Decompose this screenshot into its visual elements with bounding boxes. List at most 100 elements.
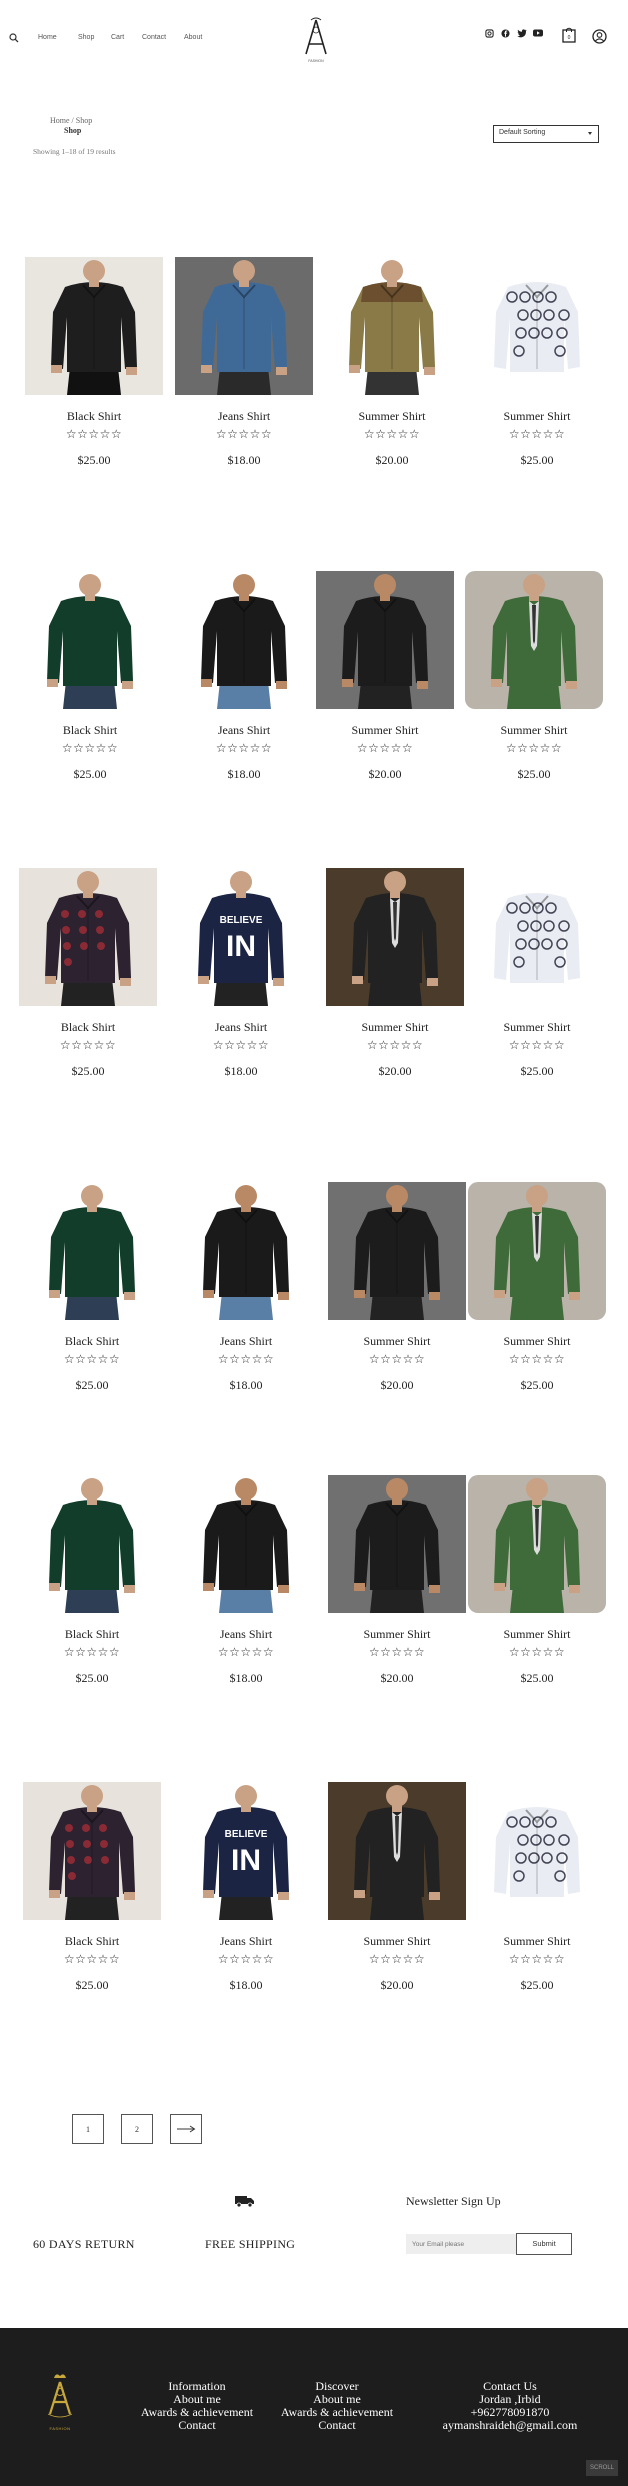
product-price: $25.00 [75,1978,109,1992]
account-icon[interactable] [592,29,607,44]
product-name[interactable]: Black Shirt [23,1334,161,1349]
rating-stars: ☆☆☆☆☆ [363,427,421,441]
product-name[interactable]: Summer Shirt [326,1020,464,1035]
newsletter-title: Newsletter Sign Up [406,2194,501,2208]
footer-email[interactable]: aymanshraideh@gmail.com [440,2419,580,2432]
page-1-button[interactable]: 1 [72,2114,104,2144]
next-page-button[interactable] [170,2114,202,2144]
product-name[interactable]: Black Shirt [19,1020,157,1035]
product-name[interactable]: Summer Shirt [328,1334,466,1349]
product-name[interactable]: Jeans Shirt [177,1934,315,1949]
rating-stars: ☆☆☆☆☆ [63,1352,121,1366]
product-price: $25.00 [71,1064,105,1078]
nav-about[interactable]: About [184,34,202,41]
instagram-icon[interactable] [485,29,494,38]
product-price: $25.00 [520,1064,554,1078]
product-name[interactable]: Black Shirt [21,723,159,738]
product-name[interactable]: Summer Shirt [468,1334,606,1349]
product-image[interactable] [328,1475,466,1613]
product-image[interactable] [328,1782,466,1920]
nav-home[interactable]: Home [38,34,57,41]
product-image[interactable] [468,868,606,1006]
product-image[interactable] [468,257,606,395]
product-image[interactable] [468,1182,606,1320]
rating-stars: ☆☆☆☆☆ [356,741,414,755]
newsletter-submit-button[interactable]: Submit [516,2233,572,2255]
youtube-icon[interactable] [533,29,543,37]
product-price: $20.00 [368,767,402,781]
twitter-icon[interactable] [517,29,527,38]
product-price: $18.00 [229,1978,263,1992]
footer-logo-text: FASHION [49,2426,71,2431]
product-image[interactable] [175,257,313,395]
product-price: $25.00 [75,1671,109,1685]
rating-stars: ☆☆☆☆☆ [508,1645,566,1659]
product-image[interactable] [25,257,163,395]
footer: FASHION Information About me Awards & ac… [0,2328,628,2486]
product-name[interactable]: Summer Shirt [328,1934,466,1949]
footer-link-contact[interactable]: Contact [130,2419,264,2432]
product-name[interactable]: Jeans Shirt [177,1627,315,1642]
product-image[interactable] [465,571,603,709]
page-2-button[interactable]: 2 [121,2114,153,2144]
nav-contact[interactable]: Contact [142,34,166,41]
product-image[interactable] [23,1475,161,1613]
product-price: $25.00 [520,1671,554,1685]
product-name[interactable]: Black Shirt [23,1934,161,1949]
product-name[interactable]: Summer Shirt [468,1627,606,1642]
product-name[interactable]: Black Shirt [23,1627,161,1642]
product-price: $25.00 [520,1378,554,1392]
product-name[interactable]: Summer Shirt [468,1020,606,1035]
cart-bag-icon[interactable]: 0 [562,27,576,43]
product-image[interactable] [328,1182,466,1320]
rating-stars: ☆☆☆☆☆ [505,741,563,755]
product-image[interactable]: BELIEVE IN [172,868,310,1006]
product-image[interactable] [177,1475,315,1613]
product-name[interactable]: Summer Shirt [468,409,606,424]
facebook-icon[interactable] [501,29,510,38]
scroll-top-button[interactable]: SCROLL [586,2460,618,2476]
product-image[interactable] [468,1782,606,1920]
product-image[interactable] [468,1475,606,1613]
product-price: $25.00 [517,767,551,781]
search-icon[interactable] [9,30,19,48]
footer-link-contact-2[interactable]: Contact [270,2419,404,2432]
product-image[interactable] [326,868,464,1006]
product-image[interactable] [323,257,461,395]
rating-stars: ☆☆☆☆☆ [217,1352,275,1366]
nav-shop[interactable]: Shop [78,34,94,41]
product-image[interactable] [175,571,313,709]
product-image[interactable] [177,1182,315,1320]
newsletter-email-input[interactable] [406,2234,516,2254]
product-name[interactable]: Jeans Shirt [172,1020,310,1035]
product-image[interactable] [23,1782,161,1920]
rating-stars: ☆☆☆☆☆ [368,1645,426,1659]
rating-stars: ☆☆☆☆☆ [368,1952,426,1966]
nav-cart[interactable]: Cart [111,34,124,41]
product-name[interactable]: Jeans Shirt [175,723,313,738]
product-name[interactable]: Summer Shirt [323,409,461,424]
product-name[interactable]: Black Shirt [25,409,163,424]
site-logo[interactable]: FASHION [296,14,336,64]
product-name[interactable]: Summer Shirt [316,723,454,738]
page-title: Shop [64,126,82,135]
rating-stars: ☆☆☆☆☆ [65,427,123,441]
svg-text:0: 0 [568,35,571,41]
product-image[interactable] [316,571,454,709]
product-image[interactable] [23,1182,161,1320]
product-image[interactable] [19,868,157,1006]
product-name[interactable]: Jeans Shirt [177,1334,315,1349]
product-image[interactable] [21,571,159,709]
product-image[interactable]: BELIEVE IN [177,1782,315,1920]
footer-col-discover: Discover About me Awards & achievement C… [270,2380,404,2432]
returns-feature: 60 DAYS RETURN [33,2237,135,2251]
product-name[interactable]: Summer Shirt [468,1934,606,1949]
product-name[interactable]: Jeans Shirt [175,409,313,424]
shipping-feature: FREE SHIPPING [205,2237,296,2251]
rating-stars: ☆☆☆☆☆ [368,1352,426,1366]
sort-select[interactable]: Default Sorting [493,125,599,143]
footer-logo[interactable]: FASHION [42,2370,78,2435]
product-name[interactable]: Summer Shirt [328,1627,466,1642]
product-name[interactable]: Summer Shirt [465,723,603,738]
rating-stars: ☆☆☆☆☆ [217,1952,275,1966]
